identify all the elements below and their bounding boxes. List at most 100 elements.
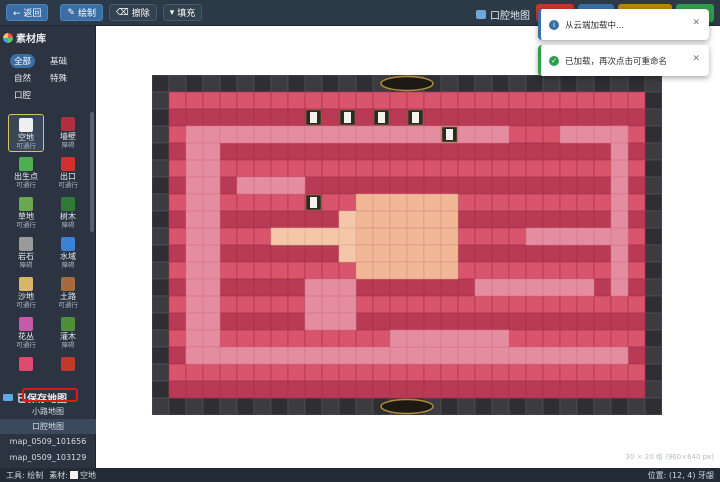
gum-tile	[627, 176, 646, 195]
bucket-icon: ▾	[169, 7, 175, 18]
gum-tile	[236, 159, 255, 178]
gum-tile	[168, 193, 187, 212]
gum-tile	[219, 91, 238, 110]
gum-tile	[270, 142, 289, 161]
path-tile	[202, 125, 221, 144]
saved-map-item[interactable]: map_0509_103129	[0, 450, 96, 465]
close-icon[interactable]: ✕	[692, 54, 700, 64]
rock-wall-tile	[152, 193, 170, 212]
material-tile[interactable]: 树木 障碍	[50, 194, 86, 232]
path-tile	[304, 125, 323, 144]
gum-tile	[593, 159, 612, 178]
floor-tile	[406, 244, 425, 263]
fill-tool-button[interactable]: ▾ 填充	[162, 4, 203, 21]
material-tile[interactable]: 土路 可通行	[50, 274, 86, 312]
path-tile	[457, 346, 476, 365]
erase-tool-button[interactable]: ⌫ 擦除	[108, 4, 157, 21]
map-svg[interactable]	[152, 75, 662, 415]
saved-map-item[interactable]: 小路地图	[0, 404, 96, 419]
material-tile[interactable]: 沙地 可通行	[8, 274, 44, 312]
saved-map-item[interactable]: map_0509_101656	[0, 434, 96, 449]
gum-tile	[508, 176, 527, 195]
gum-tile	[610, 108, 629, 127]
path-tile	[202, 261, 221, 280]
gum-tile	[627, 108, 646, 127]
gum-tile	[542, 193, 561, 212]
gum-tile	[253, 312, 272, 331]
tile-swatch-icon	[19, 118, 33, 132]
gum-tile	[457, 193, 476, 212]
gum-tile	[542, 380, 561, 399]
gum-tile	[236, 210, 255, 229]
path-tile	[610, 278, 629, 297]
material-tile[interactable]: 空地 可通行	[8, 114, 44, 152]
gum-tile	[389, 176, 408, 195]
rock-wall-tile	[152, 312, 170, 331]
category-basic[interactable]: 基础	[46, 54, 71, 68]
gum-tile	[474, 193, 493, 212]
gum-tile	[219, 380, 238, 399]
gum-tile	[321, 142, 340, 161]
category-oral[interactable]: 口腔	[10, 88, 35, 102]
gum-tile	[474, 210, 493, 229]
floor-tile	[338, 227, 357, 246]
gum-tile	[508, 108, 527, 127]
path-tile	[372, 125, 391, 144]
gum-tile	[321, 159, 340, 178]
gum-tile	[508, 125, 527, 144]
floor-tile	[355, 193, 374, 212]
path-tile	[253, 176, 272, 195]
gum-tile	[627, 227, 646, 246]
material-tile[interactable]: 灌木 障碍	[50, 314, 86, 352]
gum-tile	[389, 159, 408, 178]
floor-tile	[406, 261, 425, 280]
close-icon[interactable]: ✕	[692, 18, 700, 28]
map-grid[interactable]	[152, 75, 662, 415]
path-tile	[202, 346, 221, 365]
gum-tile	[219, 210, 238, 229]
gum-tile	[304, 91, 323, 110]
info-icon: i	[549, 19, 559, 30]
material-tile[interactable]	[8, 354, 44, 378]
material-tile[interactable]	[50, 354, 86, 378]
floor-tile	[389, 244, 408, 263]
draw-tool-button[interactable]: ✎ 绘制	[60, 4, 103, 21]
material-tile[interactable]: 花丛 可通行	[8, 314, 44, 352]
tooth-icon	[310, 197, 317, 208]
gum-tile	[253, 278, 272, 297]
material-tile[interactable]: 草地 可通行	[8, 194, 44, 232]
gum-tile	[355, 278, 374, 297]
category-special[interactable]: 特殊	[46, 71, 71, 85]
category-all[interactable]: 全部	[10, 54, 36, 68]
gum-tile	[423, 176, 442, 195]
material-tile[interactable]: 墙壁 障碍	[50, 114, 86, 152]
gum-tile	[559, 210, 578, 229]
gum-tile	[474, 244, 493, 263]
tile-swatch-icon	[19, 237, 33, 251]
gum-tile	[406, 312, 425, 331]
tile-swatch-icon	[61, 357, 75, 371]
sidebar-scrollbar[interactable]	[90, 112, 94, 232]
path-tile	[406, 329, 425, 348]
tooth-icon	[446, 129, 453, 140]
material-tile[interactable]: 岩石 障碍	[8, 234, 44, 272]
gum-tile	[525, 329, 544, 348]
saved-map-item-active[interactable]: 口腔地图	[0, 419, 96, 434]
path-tile	[457, 329, 476, 348]
back-button[interactable]: ← 返回	[6, 4, 49, 21]
path-tile	[593, 346, 612, 365]
tile-passability: 可通行	[16, 181, 36, 189]
gum-tile	[372, 380, 391, 399]
material-tile[interactable]: 出口 可通行	[50, 154, 86, 192]
category-nature[interactable]: 自然	[10, 71, 35, 85]
material-tile[interactable]: 出生点 可通行	[8, 154, 44, 192]
map-canvas-area[interactable]: 30 × 20 格 (960×640 px)	[96, 26, 720, 468]
material-tile[interactable]: 水域 障碍	[50, 234, 86, 272]
path-tile	[508, 278, 527, 297]
path-tile	[542, 278, 561, 297]
rock-wall-tile	[321, 397, 340, 415]
gum-tile	[508, 380, 527, 399]
rock-wall-tile	[627, 75, 646, 93]
canvas-size-info: 30 × 20 格 (960×640 px)	[625, 453, 714, 461]
path-tile	[610, 176, 629, 195]
